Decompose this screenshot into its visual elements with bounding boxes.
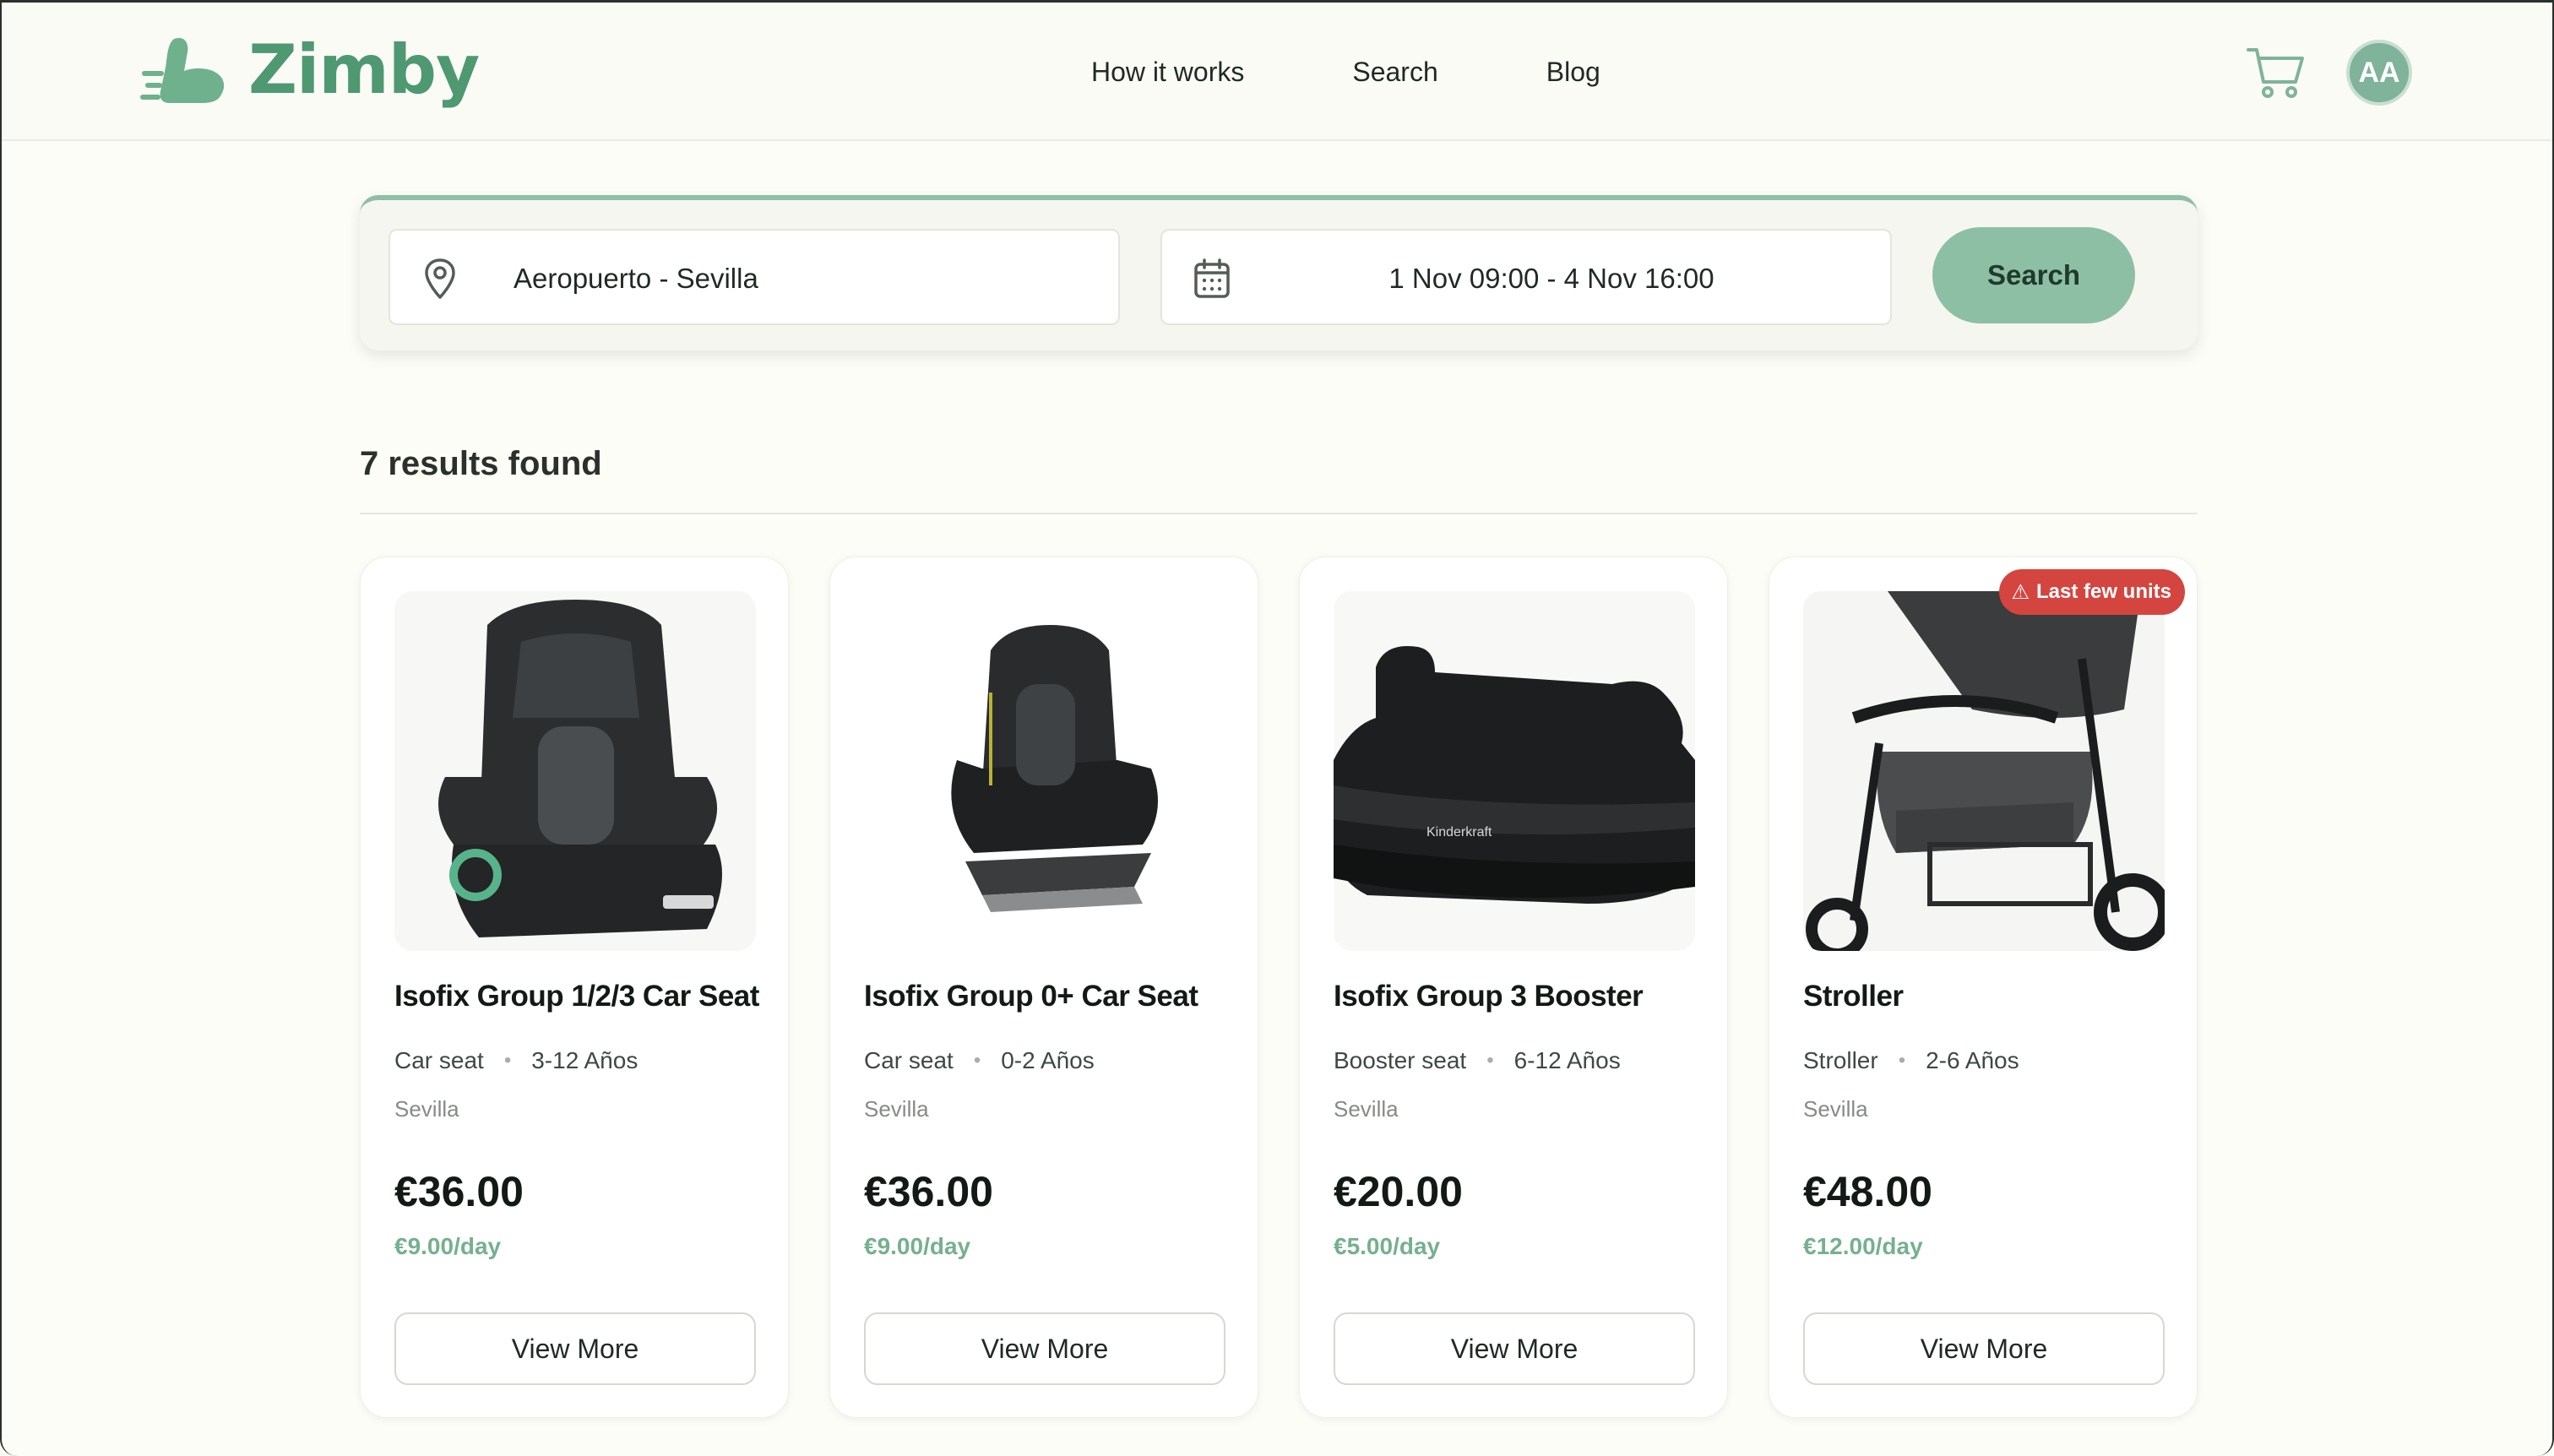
product-price: €48.00	[1803, 1168, 1932, 1215]
product-card[interactable]: ⚠ Last few units Stroller Stroller • 2-6…	[1769, 557, 2198, 1418]
location-value: Aeropuerto - Sevilla	[514, 263, 758, 294]
product-location: Sevilla	[1334, 1096, 1399, 1122]
cart-icon	[2247, 48, 2304, 98]
separator-dot: •	[503, 1049, 512, 1072]
product-price-per-day: €5.00/day	[1334, 1233, 1441, 1259]
product-location: Sevilla	[864, 1096, 929, 1122]
nav-blog[interactable]: Blog	[1546, 50, 1600, 94]
main-nav: How it works Search Blog	[1091, 50, 1709, 94]
warning-icon: ⚠	[2011, 580, 2030, 604]
site-header: Zimby How it works Search Blog AA	[2, 3, 2552, 141]
product-card[interactable]: Isofix Group 1/2/3 Car Seat Car seat • 3…	[360, 557, 789, 1418]
search-button[interactable]: Search	[1932, 227, 2135, 323]
product-category: Car seat	[394, 1047, 484, 1073]
product-age: 0-2 Años	[1001, 1047, 1095, 1073]
product-name[interactable]: Isofix Group 1/2/3 Car Seat	[394, 980, 759, 1013]
product-meta: Car seat • 3-12 Años	[394, 1047, 638, 1074]
brand-name: Zimby	[248, 30, 480, 109]
view-more-button[interactable]: View More	[1803, 1312, 2165, 1385]
view-more-button[interactable]: View More	[1334, 1312, 1695, 1385]
product-image[interactable]	[394, 591, 756, 951]
map-pin-icon	[425, 258, 455, 299]
car-seat-image	[394, 591, 756, 951]
product-meta: Stroller • 2-6 Años	[1803, 1047, 2019, 1074]
results-count: 7 results found	[360, 445, 602, 482]
date-range-field[interactable]: 1 Nov 09:00 - 4 Nov 16:00	[1160, 229, 1892, 325]
product-meta: Booster seat • 6-12 Años	[1334, 1047, 1621, 1074]
product-category: Booster seat	[1334, 1047, 1467, 1073]
product-name[interactable]: Stroller	[1803, 980, 1904, 1013]
view-more-button[interactable]: View More	[864, 1312, 1225, 1385]
badge-label: Last few units	[2035, 580, 2171, 603]
product-price-per-day: €9.00/day	[864, 1233, 971, 1259]
view-more-button[interactable]: View More	[394, 1312, 756, 1385]
product-location: Sevilla	[394, 1096, 459, 1122]
product-price: €36.00	[864, 1168, 993, 1215]
product-name[interactable]: Isofix Group 3 Booster	[1334, 980, 1644, 1013]
stroller-image	[1803, 591, 2165, 951]
date-range-value: 1 Nov 09:00 - 4 Nov 16:00	[1388, 263, 1714, 294]
car-seat-logo-icon	[140, 37, 225, 103]
product-location: Sevilla	[1803, 1096, 1868, 1122]
product-card[interactable]: Kinderkraft Isofix Group 3 Booster Boost…	[1299, 557, 1728, 1418]
product-category: Stroller	[1803, 1047, 1878, 1073]
search-bar: Aeropuerto - Sevilla 1 Nov 09:00 - 4 Nov…	[360, 195, 2198, 350]
product-age: 6-12 Años	[1513, 1047, 1621, 1073]
product-category: Car seat	[864, 1047, 954, 1073]
product-price: €20.00	[1334, 1168, 1463, 1215]
product-image[interactable]: Kinderkraft	[1334, 591, 1695, 951]
results-divider	[360, 513, 2198, 514]
product-image[interactable]	[864, 591, 1225, 951]
booster-seat-image: Kinderkraft	[1334, 591, 1695, 951]
cart-button[interactable]	[2247, 45, 2306, 101]
logo[interactable]: Zimby	[140, 30, 480, 109]
separator-dot: •	[1898, 1049, 1906, 1072]
separator-dot: •	[973, 1049, 981, 1072]
nav-how-it-works[interactable]: How it works	[1091, 50, 1244, 94]
browser-frame: Zimby How it works Search Blog AA Aeropu…	[0, 0, 2554, 1456]
brand-mark: Kinderkraft	[1426, 825, 1492, 839]
product-meta: Car seat • 0-2 Años	[864, 1047, 1095, 1074]
nav-search[interactable]: Search	[1352, 50, 1437, 94]
product-name[interactable]: Isofix Group 0+ Car Seat	[864, 980, 1198, 1013]
product-price-per-day: €12.00/day	[1803, 1233, 1923, 1259]
location-field[interactable]: Aeropuerto - Sevilla	[389, 229, 1120, 325]
product-age: 3-12 Años	[531, 1047, 638, 1073]
product-age: 2-6 Años	[1926, 1047, 2019, 1073]
separator-dot: •	[1486, 1049, 1494, 1072]
product-price: €36.00	[394, 1168, 524, 1215]
product-card[interactable]: Isofix Group 0+ Car Seat Car seat • 0-2 …	[829, 557, 1258, 1418]
car-seat-image	[864, 591, 1225, 951]
product-image[interactable]	[1803, 591, 2165, 951]
low-stock-badge: ⚠ Last few units	[1999, 569, 2185, 615]
user-avatar[interactable]: AA	[2346, 40, 2412, 106]
product-price-per-day: €9.00/day	[394, 1233, 502, 1259]
